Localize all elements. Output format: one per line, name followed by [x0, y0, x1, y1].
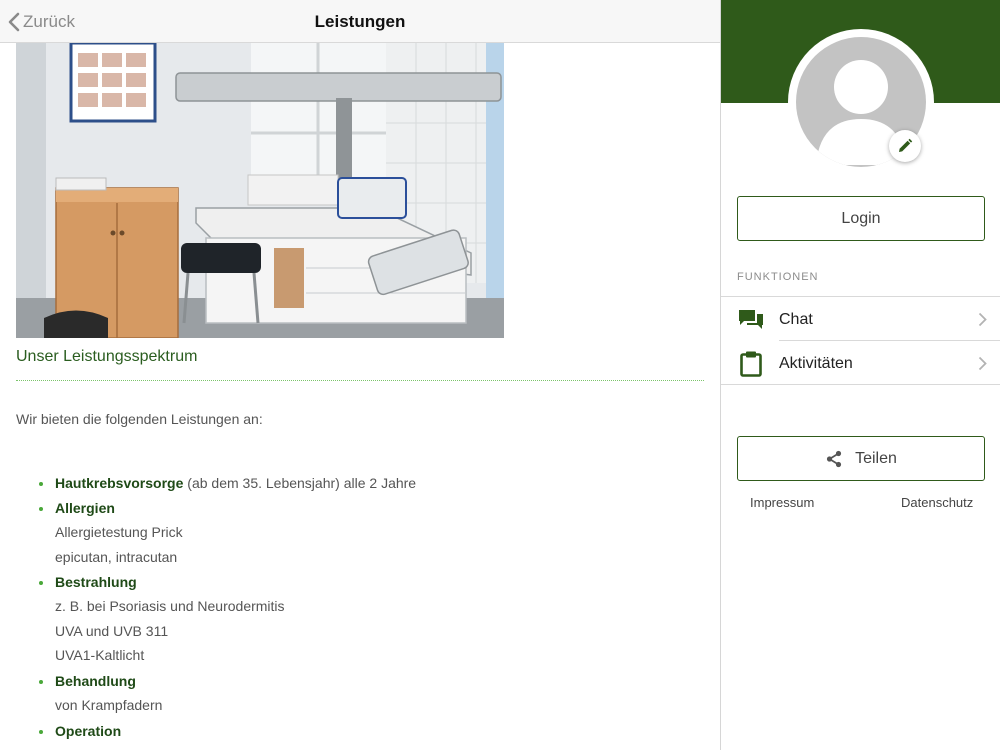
- login-button[interactable]: Login: [737, 196, 985, 241]
- service-detail: UVA1-Kaltlicht: [55, 647, 145, 663]
- pencil-icon: [899, 138, 913, 152]
- functions-section-label: FUNKTIONEN: [737, 271, 819, 283]
- privacy-link[interactable]: Datenschutz: [901, 495, 973, 510]
- service-title: Operation: [55, 723, 122, 739]
- menu-item-label: Chat: [779, 311, 813, 328]
- menu-item-chat[interactable]: Chat: [721, 297, 1000, 341]
- service-detail: z. B. bei Psoriasis und Neurodermitis: [55, 598, 285, 614]
- share-label: Teilen: [855, 449, 897, 467]
- navigation-bar: Zurück Leistungen: [0, 0, 720, 43]
- edit-profile-button[interactable]: [889, 130, 921, 162]
- service-detail: epicutan, intracutan: [55, 549, 178, 565]
- list-bullet: [39, 730, 43, 734]
- menu-item-activities[interactable]: Aktivitäten: [721, 341, 1000, 385]
- service-title: Allergien: [55, 500, 115, 516]
- share-icon: [826, 450, 842, 467]
- page-title: Leistungen: [314, 12, 406, 31]
- list-item: Hautkrebsvorsorge (ab dem 35. Lebensjahr…: [55, 475, 416, 491]
- divider: [721, 384, 1000, 385]
- clipboard-icon: [737, 351, 765, 377]
- service-note: (ab dem 35. Lebensjahr) alle 2 Jahre: [183, 475, 417, 491]
- list-item: Behandlung: [55, 673, 136, 689]
- share-button[interactable]: Teilen: [737, 436, 985, 481]
- list-bullet: [39, 680, 43, 684]
- chevron-right-icon: [978, 356, 987, 371]
- chat-icon: [737, 307, 765, 333]
- list-item: Operation: [55, 723, 121, 739]
- intro-text: Wir bieten die folgenden Leistungen an:: [16, 411, 263, 427]
- service-title: Hautkrebsvorsorge: [55, 475, 184, 491]
- service-title: Behandlung: [55, 673, 136, 689]
- section-title: Unser Leistungsspektrum: [16, 348, 198, 365]
- section-divider: [16, 380, 704, 381]
- side-menu: Login FUNKTIONEN Chat Aktivitäten Teilen…: [720, 0, 1000, 750]
- impressum-link[interactable]: Impressum: [750, 495, 814, 510]
- list-item: Allergien: [55, 500, 115, 516]
- practice-room-photo: [16, 43, 504, 338]
- service-title: Bestrahlung: [55, 574, 137, 590]
- menu-item-label: Aktivitäten: [779, 355, 853, 372]
- list-bullet: [39, 482, 43, 486]
- list-bullet: [39, 581, 43, 585]
- service-detail: UVA und UVB 311: [55, 623, 169, 639]
- main-content: Zurück Leistungen Unser Leistungsspektru…: [0, 0, 720, 750]
- service-detail: Allergietestung Prick: [55, 524, 183, 540]
- list-item: Bestrahlung: [55, 574, 137, 590]
- service-detail: von Krampfadern: [55, 697, 163, 713]
- list-bullet: [39, 507, 43, 511]
- chevron-right-icon: [978, 312, 987, 327]
